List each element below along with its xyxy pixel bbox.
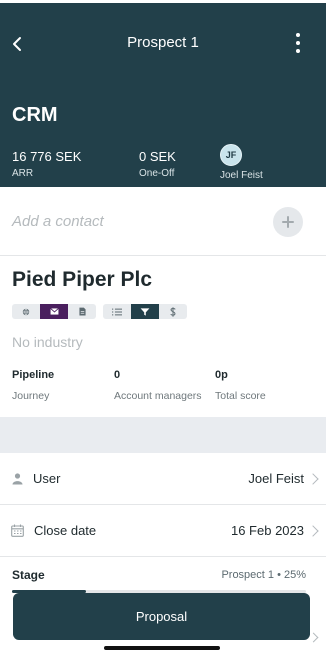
account-managers-value: 0 <box>114 369 121 381</box>
section-divider <box>0 417 326 453</box>
user-row[interactable]: User Joel Feist <box>0 453 326 505</box>
arr-label: ARR <box>12 168 34 179</box>
total-score-label: Total score <box>215 390 266 402</box>
user-label: User <box>33 471 61 486</box>
plus-icon <box>282 216 294 228</box>
chevron-right-icon <box>307 524 319 537</box>
stage-label: Stage <box>12 568 45 582</box>
account-managers-metric: 0 Account managers <box>114 369 202 402</box>
owner[interactable]: JF Joel Feist <box>220 144 263 181</box>
funnel-icon[interactable] <box>131 304 159 319</box>
owner-name: Joel Feist <box>220 170 263 181</box>
avatar: JF <box>220 144 242 166</box>
chevron-right-icon <box>308 632 319 643</box>
close-date-value: 16 Feb 2023 <box>230 523 304 538</box>
industry-text: No industry <box>12 334 83 350</box>
add-contact-row[interactable]: Add a contact <box>0 187 326 256</box>
page-title: Prospect 1 <box>127 34 199 51</box>
kebab-dot-icon <box>296 49 300 53</box>
account-managers-label: Account managers <box>114 390 202 402</box>
home-indicator <box>104 646 220 650</box>
section-title: CRM <box>12 104 58 126</box>
company-tabs-left <box>12 304 96 319</box>
total-score-value: 0p <box>215 369 228 381</box>
company-name: Pied Piper Plc <box>12 268 153 291</box>
arr-stat: 16 776 SEK ARR <box>12 149 81 179</box>
one-off-label: One-Off <box>139 168 175 179</box>
journey-value: Pipeline <box>12 369 55 381</box>
list-icon[interactable] <box>103 304 131 319</box>
deal-header: Prospect 1 CRM 16 776 SEK ARR 0 SEK One-… <box>0 3 326 187</box>
arr-value: 16 776 SEK <box>12 149 82 164</box>
dollar-icon[interactable] <box>159 304 187 319</box>
total-score-metric: 0p Total score <box>215 369 266 402</box>
add-contact-button[interactable] <box>273 207 303 237</box>
globe-icon[interactable] <box>12 304 40 319</box>
one-off-stat: 0 SEK One-Off <box>139 149 176 179</box>
journey-metric: Pipeline Journey <box>12 369 54 402</box>
more-options-button[interactable] <box>290 31 306 55</box>
journey-label: Journey <box>12 390 50 402</box>
close-date-label: Close date <box>34 523 97 538</box>
mail-icon[interactable] <box>40 304 68 319</box>
close-date-row[interactable]: Close date 16 Feb 2023 <box>0 505 326 557</box>
chevron-right-icon <box>307 472 319 485</box>
company-tabs-right <box>103 304 187 319</box>
proposal-button[interactable]: Proposal <box>13 593 310 640</box>
add-contact-placeholder[interactable]: Add a contact <box>12 213 104 230</box>
document-icon[interactable] <box>68 304 96 319</box>
user-icon <box>10 472 24 485</box>
kebab-dot-icon <box>296 33 300 37</box>
calendar-icon <box>10 524 24 537</box>
user-value: Joel Feist <box>248 471 304 486</box>
kebab-dot-icon <box>296 41 300 45</box>
one-off-value: 0 SEK <box>139 149 176 164</box>
stage-value: Prospect 1 • 25% <box>221 569 306 581</box>
